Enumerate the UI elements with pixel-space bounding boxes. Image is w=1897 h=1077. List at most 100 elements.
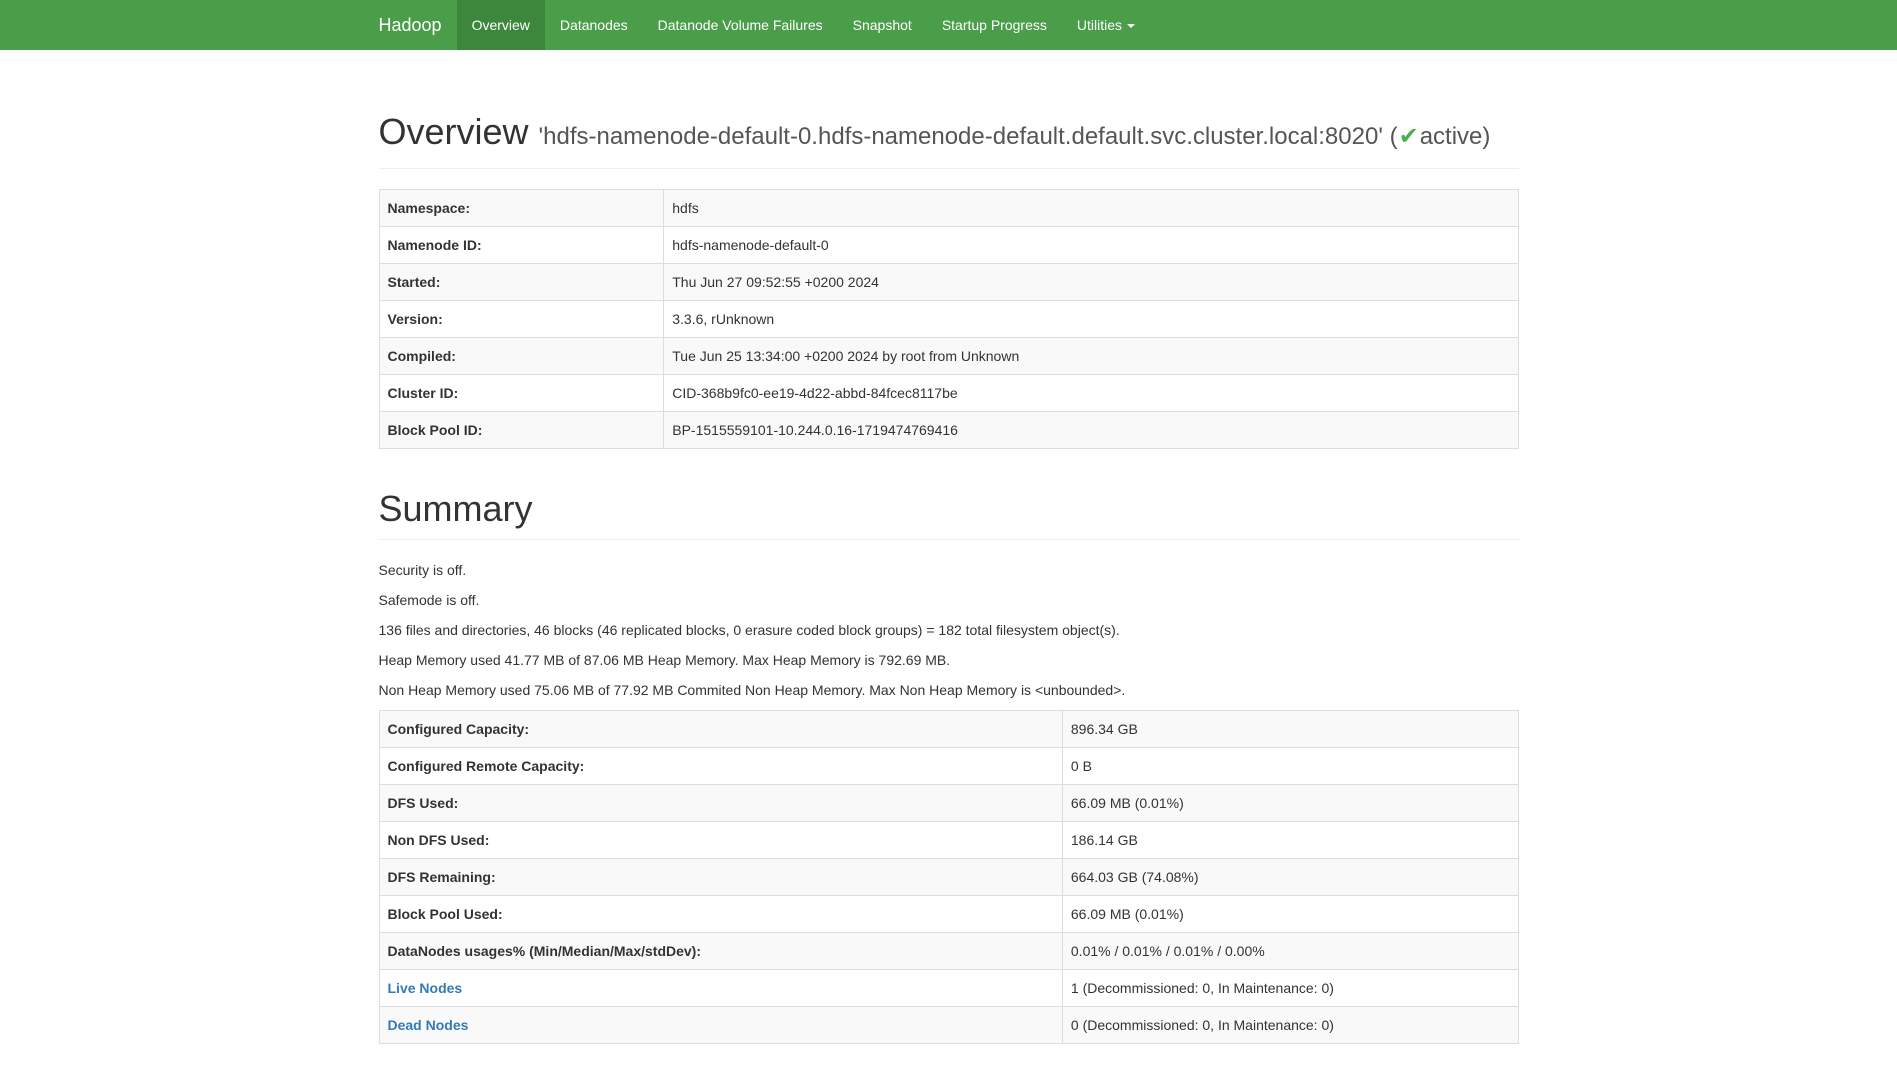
row-label-started: Started:	[388, 274, 441, 290]
page-header: Overview 'hdfs-namenode-default-0.hdfs-n…	[379, 112, 1519, 169]
nav-item-datanodes[interactable]: Datanodes	[545, 0, 643, 50]
caret-down-icon	[1127, 24, 1135, 28]
row-label-cell: Compiled:	[379, 338, 664, 375]
row-label-dfs-used: DFS Used:	[388, 795, 459, 811]
summary-paragraph: Security is off.	[379, 560, 1519, 580]
row-label-cell: DataNodes usages% (Min/Median/Max/stdDev…	[379, 932, 1062, 969]
nav-item-label: Datanodes	[560, 17, 628, 33]
summary-table-body: Configured Capacity: 896.34 GB Configure…	[379, 710, 1518, 1043]
table-row: Version: 3.3.6, rUnknown	[379, 301, 1518, 338]
summary-paragraph: 136 files and directories, 46 blocks (46…	[379, 620, 1519, 640]
table-row: Compiled: Tue Jun 25 13:34:00 +0200 2024…	[379, 338, 1518, 375]
namenode-info-table: Namespace: hdfs Namenode ID: hdfs-nameno…	[379, 189, 1519, 449]
nav-item-overview[interactable]: Overview	[457, 0, 545, 50]
row-label-live-nodes[interactable]: Live Nodes	[388, 980, 463, 996]
row-value: 186.14 GB	[1062, 821, 1518, 858]
row-label-non-dfs-used: Non DFS Used:	[388, 832, 490, 848]
nav-item-startup-progress[interactable]: Startup Progress	[927, 0, 1062, 50]
row-label-namenode-id: Namenode ID:	[388, 237, 482, 253]
table-row: Live Nodes 1 (Decommissioned: 0, In Main…	[379, 969, 1518, 1006]
nav-item-label: Overview	[472, 17, 530, 33]
summary-paragraph: Safemode is off.	[379, 590, 1519, 610]
row-label-cell: Block Pool ID:	[379, 412, 664, 449]
summary-paragraphs: Security is off. Safemode is off. 136 fi…	[379, 560, 1519, 700]
page-subtitle: 'hdfs-namenode-default-0.hdfs-namenode-d…	[539, 123, 1491, 150]
row-value: 1 (Decommissioned: 0, In Maintenance: 0)	[1062, 969, 1518, 1006]
namenode-address: 'hdfs-namenode-default-0.hdfs-namenode-d…	[539, 123, 1383, 150]
row-label-compiled: Compiled:	[388, 348, 456, 364]
page-title: Overview 'hdfs-namenode-default-0.hdfs-n…	[379, 112, 1519, 152]
row-value: 0 B	[1062, 747, 1518, 784]
nav-item-snapshot[interactable]: Snapshot	[838, 0, 927, 50]
nav-item-container: Datanodes	[545, 0, 643, 50]
active-check-icon: ✔	[1398, 123, 1420, 150]
row-value: Tue Jun 25 13:34:00 +0200 2024 by root f…	[664, 338, 1518, 375]
navbar-container: Hadoop Overview Datanodes Datanod	[364, 0, 1534, 50]
row-value: hdfs	[664, 190, 1518, 227]
namenode-info-table-body: Namespace: hdfs Namenode ID: hdfs-nameno…	[379, 190, 1518, 449]
row-label-cell: Namenode ID:	[379, 227, 664, 264]
summary-paragraph: Heap Memory used 41.77 MB of 87.06 MB He…	[379, 650, 1519, 670]
nav-item-label: Datanode Volume Failures	[658, 17, 823, 33]
row-label-cluster-id: Cluster ID:	[388, 385, 459, 401]
table-row: Block Pool ID: BP-1515559101-10.244.0.16…	[379, 412, 1518, 449]
nav-item-container: Snapshot	[838, 0, 927, 50]
row-value: 0 (Decommissioned: 0, In Maintenance: 0)	[1062, 1006, 1518, 1043]
row-label-dead-nodes[interactable]: Dead Nodes	[388, 1017, 469, 1033]
top-navbar: Hadoop Overview Datanodes Datanod	[0, 0, 1897, 50]
table-row: DFS Remaining: 664.03 GB (74.08%)	[379, 858, 1518, 895]
table-row: Block Pool Used: 66.09 MB (0.01%)	[379, 895, 1518, 932]
row-label-cell: Namespace:	[379, 190, 664, 227]
page-title-text: Overview	[379, 111, 529, 152]
summary-table: Configured Capacity: 896.34 GB Configure…	[379, 710, 1519, 1044]
summary-paragraph: Non Heap Memory used 75.06 MB of 77.92 M…	[379, 680, 1519, 700]
summary-title: Summary	[379, 489, 1519, 529]
row-label-dfs-remaining: DFS Remaining:	[388, 869, 496, 885]
app-brand: Hadoop	[379, 0, 457, 50]
table-row: DFS Used: 66.09 MB (0.01%)	[379, 784, 1518, 821]
row-label-configured-remote-capacity: Configured Remote Capacity:	[388, 758, 585, 774]
row-label-datanodes-usages-min-median-max-stddev: DataNodes usages% (Min/Median/Max/stdDev…	[388, 943, 702, 959]
table-row: Dead Nodes 0 (Decommissioned: 0, In Main…	[379, 1006, 1518, 1043]
table-row: Configured Capacity: 896.34 GB	[379, 710, 1518, 747]
nav-item-label: Utilities	[1077, 17, 1122, 33]
state-paren-open: (	[1390, 123, 1398, 150]
nav-item-container: Startup Progress	[927, 0, 1062, 50]
row-value: 66.09 MB (0.01%)	[1062, 784, 1518, 821]
row-value: 66.09 MB (0.01%)	[1062, 895, 1518, 932]
row-label-cell: DFS Remaining:	[379, 858, 1062, 895]
table-row: Non DFS Used: 186.14 GB	[379, 821, 1518, 858]
row-value: Thu Jun 27 09:52:55 +0200 2024	[664, 264, 1518, 301]
state-text: active	[1420, 123, 1483, 150]
row-label-cell: Configured Capacity:	[379, 710, 1062, 747]
row-value: 664.03 GB (74.08%)	[1062, 858, 1518, 895]
row-value: CID-368b9fc0-ee19-4d22-abbd-84fcec8117be	[664, 375, 1518, 412]
row-label-namespace: Namespace:	[388, 200, 471, 216]
table-row: Namenode ID: hdfs-namenode-default-0	[379, 227, 1518, 264]
row-label-cell: Started:	[379, 264, 664, 301]
nav-item-container: Datanode Volume Failures	[643, 0, 838, 50]
row-label-cell: Dead Nodes	[379, 1006, 1062, 1043]
nav-item-utilities[interactable]: Utilities	[1062, 0, 1150, 50]
nav-item-label: Startup Progress	[942, 17, 1047, 33]
main-content: Overview 'hdfs-namenode-default-0.hdfs-n…	[364, 112, 1534, 1044]
row-label-cell: Block Pool Used:	[379, 895, 1062, 932]
nav-item-label: Snapshot	[853, 17, 912, 33]
row-label-cell: Live Nodes	[379, 969, 1062, 1006]
nav-item-datanode-volume-failures[interactable]: Datanode Volume Failures	[643, 0, 838, 50]
table-row: Configured Remote Capacity: 0 B	[379, 747, 1518, 784]
nav-item-container: Utilities	[1062, 0, 1150, 50]
table-row: Cluster ID: CID-368b9fc0-ee19-4d22-abbd-…	[379, 375, 1518, 412]
summary-header: Summary	[379, 489, 1519, 539]
row-label-cell: DFS Used:	[379, 784, 1062, 821]
row-label-cell: Non DFS Used:	[379, 821, 1062, 858]
namenode-state: (✔active)	[1390, 123, 1491, 150]
row-value: 896.34 GB	[1062, 710, 1518, 747]
row-value: 0.01% / 0.01% / 0.01% / 0.00%	[1062, 932, 1518, 969]
main-nav: Overview Datanodes Datanode Volume Failu…	[457, 0, 1150, 50]
nav-item-container: Overview	[457, 0, 545, 50]
table-row: Started: Thu Jun 27 09:52:55 +0200 2024	[379, 264, 1518, 301]
table-row: DataNodes usages% (Min/Median/Max/stdDev…	[379, 932, 1518, 969]
row-value: hdfs-namenode-default-0	[664, 227, 1518, 264]
state-paren-close: )	[1482, 123, 1490, 150]
